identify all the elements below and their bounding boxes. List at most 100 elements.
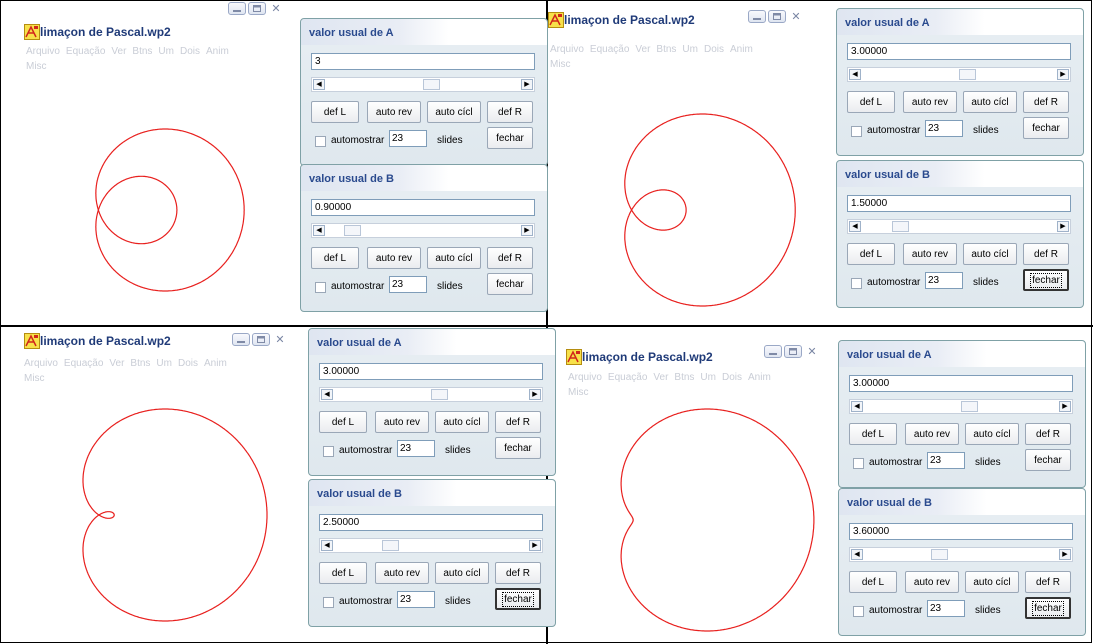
def-r-button[interactable]: def R bbox=[1025, 571, 1071, 593]
slides-count-input[interactable]: 23 bbox=[927, 452, 965, 469]
menu-item[interactable]: Equação bbox=[64, 358, 103, 369]
b-slider[interactable]: ◀ ▶ bbox=[319, 538, 543, 553]
def-r-button[interactable]: def R bbox=[487, 101, 533, 123]
auto-rev-button[interactable]: auto rev bbox=[367, 101, 421, 123]
def-l-button[interactable]: def L bbox=[311, 247, 359, 269]
auto-cicl-button[interactable]: auto cícl bbox=[435, 562, 489, 584]
scroll-left-icon[interactable]: ◀ bbox=[321, 540, 333, 551]
auto-cicl-button[interactable]: auto cícl bbox=[435, 411, 489, 433]
scroll-left-icon[interactable]: ◀ bbox=[321, 389, 333, 400]
auto-rev-button[interactable]: auto rev bbox=[905, 571, 959, 593]
b-slider[interactable]: ◀ ▶ bbox=[847, 219, 1071, 234]
close-icon[interactable]: ✕ bbox=[788, 10, 804, 23]
b-slider[interactable]: ◀ ▶ bbox=[849, 547, 1073, 562]
slides-count-input[interactable]: 23 bbox=[389, 130, 427, 147]
auto-rev-button[interactable]: auto rev bbox=[375, 411, 429, 433]
slides-count-input[interactable]: 23 bbox=[397, 440, 435, 457]
scroll-left-icon[interactable]: ◀ bbox=[851, 401, 863, 412]
close-icon[interactable]: ✕ bbox=[272, 333, 288, 346]
a-slider[interactable]: ◀ ▶ bbox=[319, 387, 543, 402]
maximize-icon[interactable] bbox=[768, 10, 786, 23]
auto-rev-button[interactable]: auto rev bbox=[903, 243, 957, 265]
scroll-left-icon[interactable]: ◀ bbox=[313, 79, 325, 90]
menu-item[interactable]: Equação bbox=[608, 372, 647, 383]
menu-item[interactable]: Arquivo bbox=[550, 44, 584, 55]
a-slider[interactable]: ◀ ▶ bbox=[847, 67, 1071, 82]
a-value-input[interactable]: 3.00000 bbox=[319, 363, 543, 380]
a-value-input[interactable]: 3.00000 bbox=[849, 375, 1073, 392]
menu-item[interactable]: Ver bbox=[635, 44, 650, 55]
automostrar-checkbox[interactable] bbox=[851, 126, 862, 137]
auto-cicl-button[interactable]: auto cícl bbox=[965, 571, 1019, 593]
slider-thumb[interactable] bbox=[892, 221, 909, 232]
menu-item[interactable]: Um bbox=[156, 358, 172, 369]
b-slider[interactable]: ◀ ▶ bbox=[311, 223, 535, 238]
auto-cicl-button[interactable]: auto cícl bbox=[963, 243, 1017, 265]
def-r-button[interactable]: def R bbox=[1023, 91, 1069, 113]
fechar-button[interactable]: fechar bbox=[487, 127, 533, 149]
automostrar-checkbox[interactable] bbox=[315, 282, 326, 293]
menu-item[interactable]: Equação bbox=[66, 46, 105, 57]
menu-item-misc[interactable]: Misc bbox=[568, 387, 589, 398]
menu-item[interactable]: Arquivo bbox=[26, 46, 60, 57]
auto-rev-button[interactable]: auto rev bbox=[903, 91, 957, 113]
def-l-button[interactable]: def L bbox=[311, 101, 359, 123]
fechar-button[interactable]: fechar bbox=[1023, 117, 1069, 139]
menu-item[interactable]: Um bbox=[682, 44, 698, 55]
fechar-button[interactable]: fechar bbox=[495, 437, 541, 459]
auto-rev-button[interactable]: auto rev bbox=[367, 247, 421, 269]
menu-item[interactable]: Ver bbox=[111, 46, 126, 57]
menu-item[interactable]: Dois bbox=[180, 46, 200, 57]
b-value-input[interactable]: 3.60000 bbox=[849, 523, 1073, 540]
slider-thumb[interactable] bbox=[959, 69, 976, 80]
slider-thumb[interactable] bbox=[961, 401, 978, 412]
menu-item[interactable]: Dois bbox=[178, 358, 198, 369]
minimize-icon[interactable] bbox=[228, 2, 246, 15]
auto-cicl-button[interactable]: auto cícl bbox=[427, 247, 481, 269]
minimize-icon[interactable] bbox=[748, 10, 766, 23]
menu-item[interactable]: Btns bbox=[656, 44, 676, 55]
a-value-input[interactable]: 3 bbox=[311, 53, 535, 70]
def-l-button[interactable]: def L bbox=[849, 423, 897, 445]
fechar-button[interactable]: fechar bbox=[1023, 269, 1069, 291]
menu-item[interactable]: Anim bbox=[206, 46, 229, 57]
automostrar-checkbox[interactable] bbox=[853, 458, 864, 469]
a-value-input[interactable]: 3.00000 bbox=[847, 43, 1071, 60]
scroll-right-icon[interactable]: ▶ bbox=[1059, 549, 1071, 560]
menu-item[interactable]: Dois bbox=[722, 372, 742, 383]
minimize-icon[interactable] bbox=[764, 345, 782, 358]
automostrar-checkbox[interactable] bbox=[323, 597, 334, 608]
fechar-button[interactable]: fechar bbox=[495, 588, 541, 610]
scroll-left-icon[interactable]: ◀ bbox=[849, 69, 861, 80]
def-r-button[interactable]: def R bbox=[1025, 423, 1071, 445]
def-r-button[interactable]: def R bbox=[1023, 243, 1069, 265]
menu-item[interactable]: Equação bbox=[590, 44, 629, 55]
slides-count-input[interactable]: 23 bbox=[397, 591, 435, 608]
scroll-right-icon[interactable]: ▶ bbox=[529, 389, 541, 400]
scroll-left-icon[interactable]: ◀ bbox=[849, 221, 861, 232]
menu-item[interactable]: Um bbox=[158, 46, 174, 57]
scroll-right-icon[interactable]: ▶ bbox=[1057, 69, 1069, 80]
slider-thumb[interactable] bbox=[382, 540, 399, 551]
def-r-button[interactable]: def R bbox=[495, 562, 541, 584]
fechar-button[interactable]: fechar bbox=[1025, 597, 1071, 619]
fechar-button[interactable]: fechar bbox=[1025, 449, 1071, 471]
auto-cicl-button[interactable]: auto cícl bbox=[965, 423, 1019, 445]
fechar-button[interactable]: fechar bbox=[487, 273, 533, 295]
scroll-right-icon[interactable]: ▶ bbox=[1059, 401, 1071, 412]
a-slider[interactable]: ◀ ▶ bbox=[849, 399, 1073, 414]
auto-cicl-button[interactable]: auto cícl bbox=[963, 91, 1017, 113]
maximize-icon[interactable] bbox=[248, 2, 266, 15]
menu-item[interactable]: Dois bbox=[704, 44, 724, 55]
slider-thumb[interactable] bbox=[431, 389, 448, 400]
scroll-left-icon[interactable]: ◀ bbox=[313, 225, 325, 236]
menu-item[interactable]: Btns bbox=[132, 46, 152, 57]
scroll-left-icon[interactable]: ◀ bbox=[851, 549, 863, 560]
b-value-input[interactable]: 0.90000 bbox=[311, 199, 535, 216]
automostrar-checkbox[interactable] bbox=[853, 606, 864, 617]
automostrar-checkbox[interactable] bbox=[851, 278, 862, 289]
def-l-button[interactable]: def L bbox=[847, 91, 895, 113]
a-slider[interactable]: ◀ ▶ bbox=[311, 77, 535, 92]
slides-count-input[interactable]: 23 bbox=[927, 600, 965, 617]
menu-item[interactable]: Anim bbox=[748, 372, 771, 383]
